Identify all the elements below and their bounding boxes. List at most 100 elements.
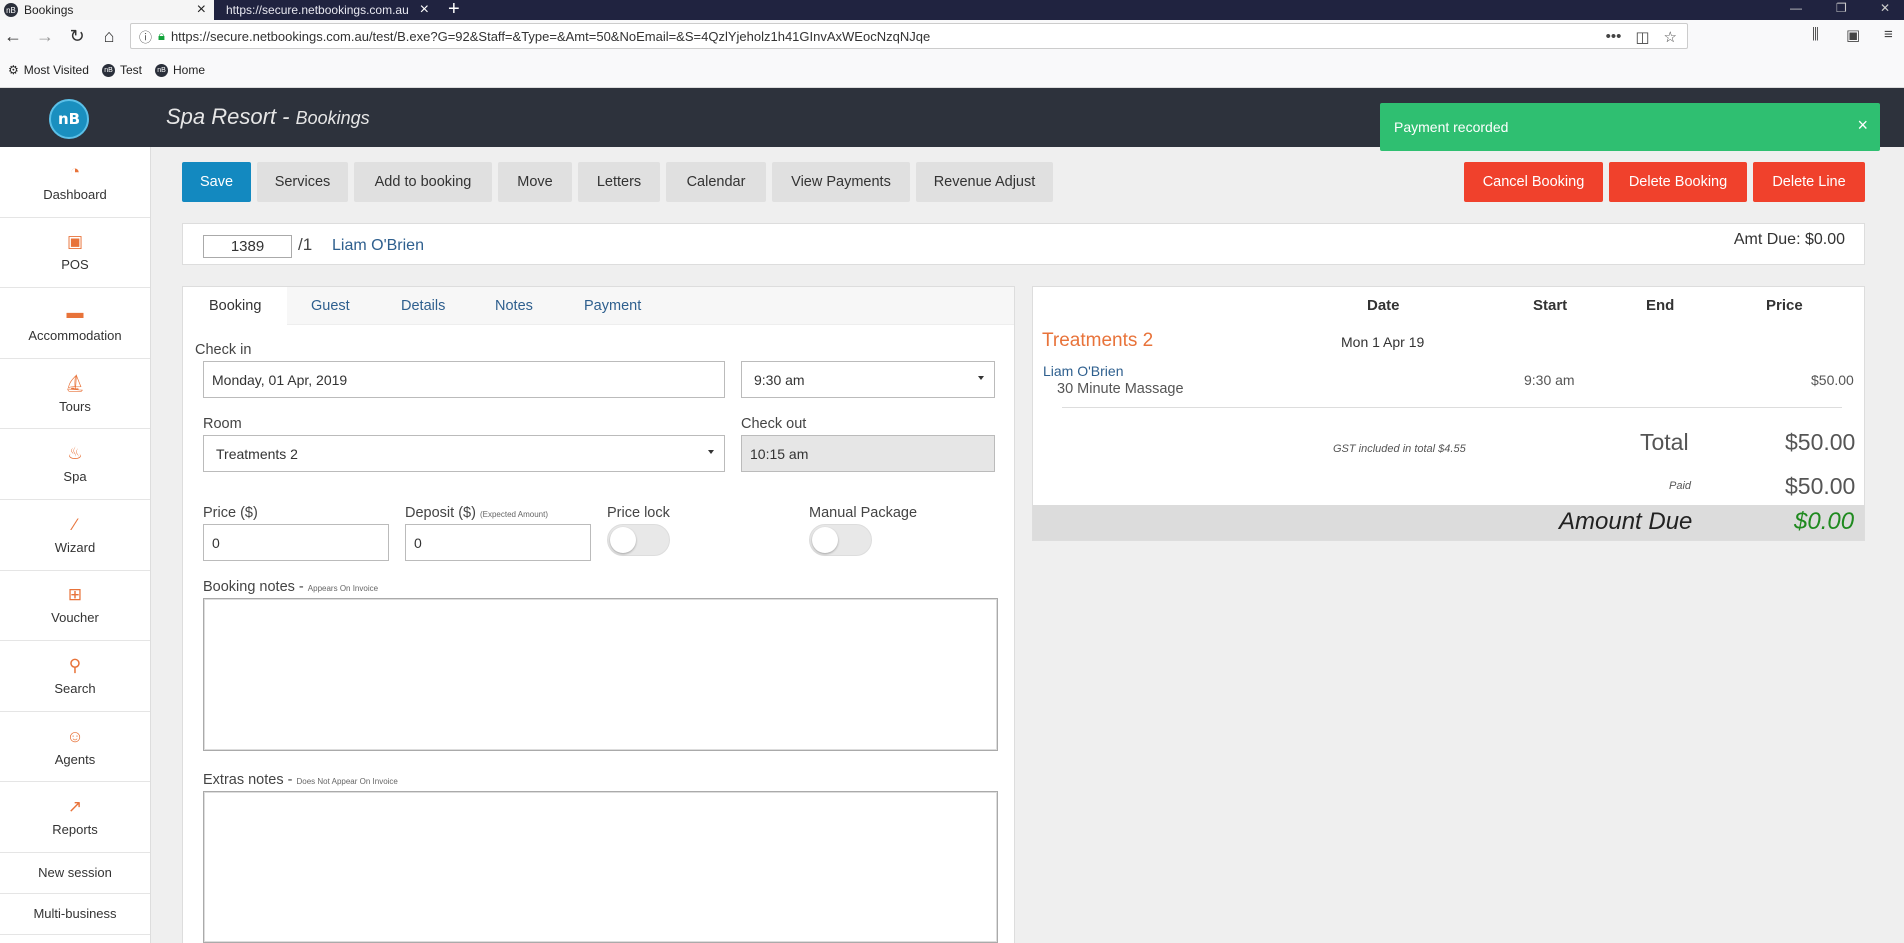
tab-payment[interactable]: Payment [584, 287, 641, 325]
summary-line-price: $50.00 [1811, 372, 1854, 388]
sidebar-item-reports[interactable]: ↗ Reports [0, 782, 150, 853]
extras-notes-textarea[interactable] [203, 791, 998, 943]
sidebar-item-tours[interactable]: ⛵︎ Tours [0, 359, 150, 430]
check-in-time-select[interactable]: 9:30 am [741, 361, 995, 398]
services-button[interactable]: Services [257, 162, 348, 202]
sidebar-item-voucher[interactable]: ⊞ Voucher [0, 571, 150, 642]
sidebar-item-wizard[interactable]: ⁄ Wizard [0, 500, 150, 571]
page-actions-icon[interactable]: ••• [1606, 28, 1622, 46]
manual-package-label: Manual Package [809, 505, 918, 521]
speedometer-icon: ◔ [69, 161, 81, 181]
check-in-date-input[interactable]: Monday, 01 Apr, 2019 [203, 361, 725, 398]
forward-icon[interactable]: → [32, 23, 58, 49]
restore-icon[interactable]: ❐ [1836, 0, 1847, 16]
booking-notes-note: Appears On Invoice [307, 584, 379, 593]
booking-notes-label-text: Booking notes - [203, 579, 308, 595]
pocket-icon[interactable]: ◫ [1635, 28, 1649, 46]
price-input-value: 0 [212, 534, 220, 551]
cancel-booking-button[interactable]: Cancel Booking [1464, 162, 1603, 202]
sidebar-item-spa[interactable]: ♨︎ Spa [0, 429, 150, 500]
extras-notes-label: Extras notes - Does Not Appear On Invoic… [203, 772, 398, 788]
browser-tab-bookings[interactable]: nB Bookings × [0, 0, 214, 20]
bookmark-most-visited[interactable]: ⚙ Most Visited [8, 63, 89, 77]
sidebar-item-label: Wizard [54, 539, 96, 555]
view-payments-button[interactable]: View Payments [772, 162, 910, 202]
app-subtitle: Bookings [295, 108, 370, 128]
sidebar: ◔ Dashboard ▣ POS ▬ Accommodation ⛵︎ Tou… [0, 147, 151, 943]
bookmark-star-icon[interactable]: ☆ [1664, 28, 1677, 46]
column-header-start: Start [1533, 297, 1568, 314]
browser-tab-bar: nB Bookings × https://secure.netbookings… [0, 0, 1904, 20]
close-window-icon[interactable]: ✕ [1880, 0, 1890, 16]
app-logo[interactable]: nB [49, 99, 89, 139]
wand-icon: ⁄ [73, 514, 77, 534]
revenue-adjust-button[interactable]: Revenue Adjust [916, 162, 1053, 202]
sidebar-item-label: Search [54, 680, 96, 696]
booking-notes-textarea[interactable] [203, 598, 998, 751]
deposit-label-note: (Expected Amount) [479, 510, 548, 519]
guest-name-link[interactable]: Liam O'Brien [332, 237, 424, 255]
library-icon[interactable]: ⫼ [1812, 26, 1819, 43]
url-bar[interactable]: ⓘ 🔒︎ https://secure.netbookings.com.au/t… [130, 23, 1688, 49]
toast-message: Payment recorded [1394, 119, 1509, 135]
check-out-field: 10:15 am [741, 435, 995, 472]
bookmark-test[interactable]: nB Test [102, 63, 142, 77]
deposit-label-text: Deposit ($) [405, 505, 476, 521]
check-in-time-value: 9:30 am [754, 371, 805, 388]
bed-icon: ▬ [66, 302, 84, 322]
back-icon[interactable]: ← [0, 23, 26, 49]
tab-guest[interactable]: Guest [311, 287, 350, 325]
tab-notes[interactable]: Notes [495, 287, 533, 325]
close-tab-icon[interactable]: × [420, 1, 429, 19]
gst-note: GST included in total $4.55 [1333, 443, 1466, 455]
summary-guest-link[interactable]: Liam O'Brien [1043, 363, 1123, 379]
sidebar-item-label: Reports [52, 822, 98, 838]
add-to-booking-button[interactable]: Add to booking [354, 162, 492, 202]
sidebar-item-label: Dashboard [43, 186, 107, 202]
delete-booking-button[interactable]: Delete Booking [1609, 162, 1747, 202]
home-icon[interactable]: ⌂ [96, 23, 122, 49]
deposit-input[interactable]: 0 [405, 524, 591, 561]
menu-icon[interactable]: ≡ [1884, 26, 1893, 43]
letters-button[interactable]: Letters [578, 162, 660, 202]
booking-notes-label: Booking notes - Appears On Invoice [203, 579, 378, 595]
minimize-icon[interactable]: — [1790, 0, 1802, 16]
close-icon[interactable]: × [1857, 115, 1868, 136]
sidebar-item-pos[interactable]: ▣ POS [0, 218, 150, 289]
delete-line-button[interactable]: Delete Line [1753, 162, 1865, 202]
netbookings-favicon-icon: nB [155, 63, 168, 77]
bookmark-label: Test [120, 63, 143, 77]
price-lock-label: Price lock [607, 505, 670, 521]
paid-value: $50.00 [1785, 473, 1856, 499]
summary-room-name: Treatments 2 [1042, 330, 1154, 351]
page-title: Spa Resort - Bookings [166, 104, 370, 130]
extras-notes-label-text: Extras notes - [203, 772, 297, 788]
sidebar-toggle-icon[interactable]: ▣ [1846, 26, 1860, 44]
bookmark-home[interactable]: nB Home [155, 63, 205, 77]
tab-details[interactable]: Details [401, 287, 445, 325]
move-button[interactable]: Move [498, 162, 572, 202]
info-icon[interactable]: ⓘ [139, 27, 152, 46]
room-select[interactable]: Treatments 2 [203, 435, 725, 472]
manual-package-toggle[interactable] [809, 524, 872, 556]
total-label: Total [1640, 429, 1689, 455]
browser-tab-secure[interactable]: https://secure.netbookings.com.au × [214, 0, 437, 20]
calendar-button[interactable]: Calendar [666, 162, 766, 202]
paid-label: Paid [1669, 480, 1692, 492]
multi-business-link[interactable]: Multi-business [0, 894, 150, 935]
sidebar-item-accommodation[interactable]: ▬ Accommodation [0, 288, 150, 359]
save-button[interactable]: Save [182, 162, 251, 202]
price-lock-toggle[interactable] [607, 524, 670, 556]
price-input[interactable]: 0 [203, 524, 389, 561]
tab-booking[interactable]: Booking [183, 287, 288, 325]
sidebar-item-search[interactable]: ⚲ Search [0, 641, 150, 712]
amount-due-label: Amount Due [1559, 508, 1693, 535]
sidebar-item-agents[interactable]: ☺ Agents [0, 712, 150, 783]
sidebar-item-dashboard[interactable]: ◔ Dashboard [0, 147, 150, 218]
reload-icon[interactable]: ↻ [64, 23, 90, 49]
close-tab-icon[interactable]: × [197, 1, 206, 19]
new-session-link[interactable]: New session [0, 853, 150, 894]
new-tab-icon[interactable]: + [448, 0, 460, 21]
total-value: $50.00 [1785, 429, 1856, 455]
booking-number-field[interactable]: 1389 [203, 235, 292, 258]
